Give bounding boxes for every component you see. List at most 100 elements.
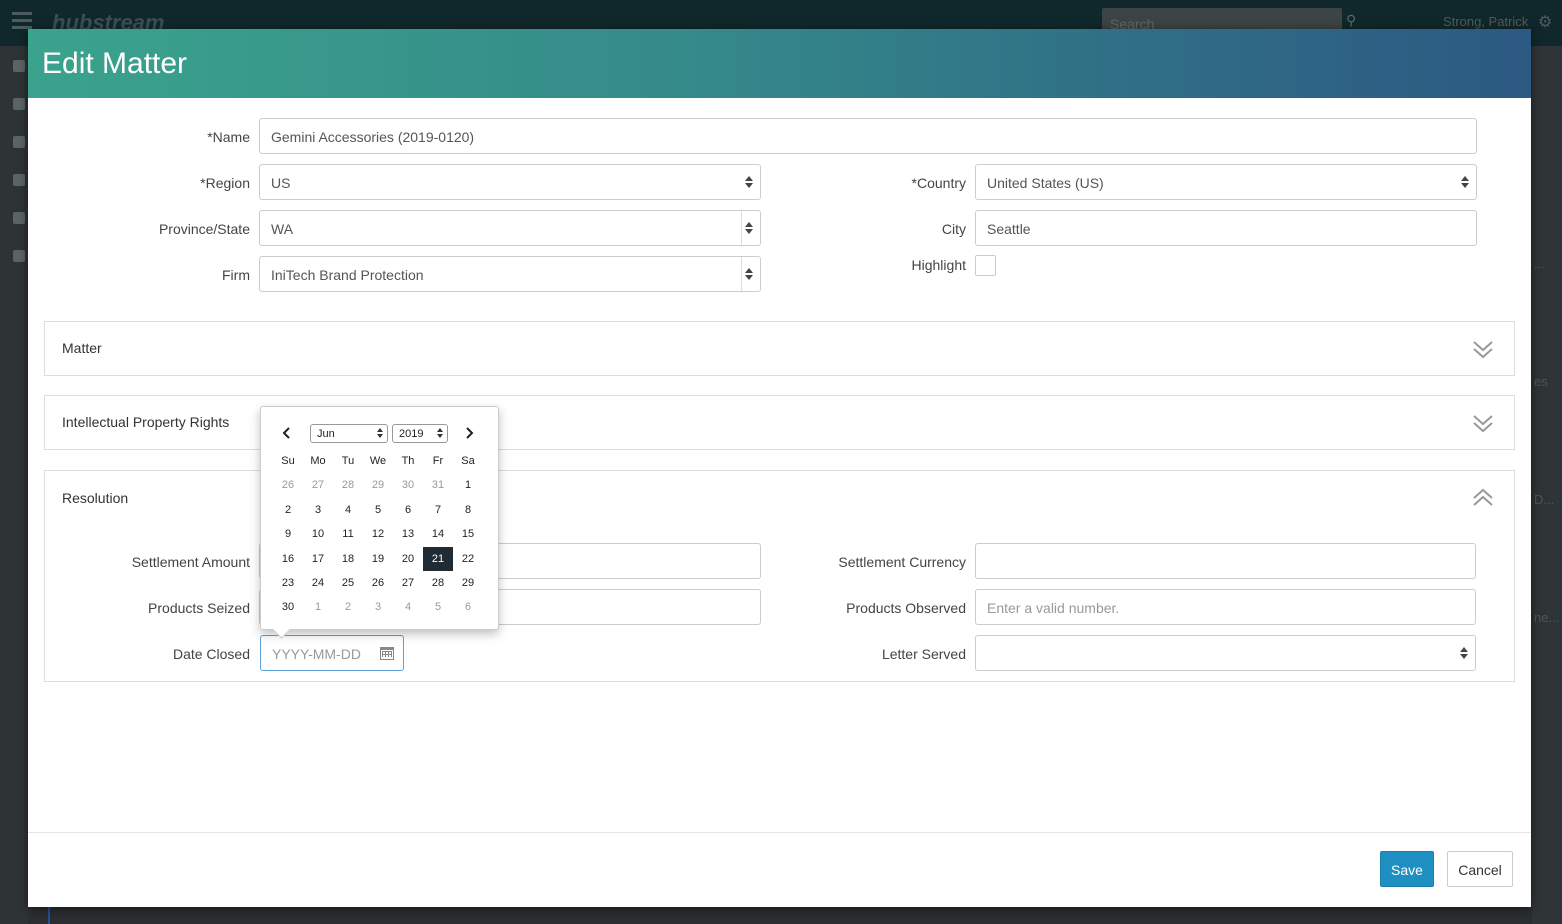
calendar-day[interactable]: 27 — [393, 571, 423, 595]
calendar-day[interactable]: 12 — [363, 522, 393, 546]
calendar-day[interactable]: 7 — [423, 498, 453, 522]
settlement-currency-input[interactable] — [975, 543, 1476, 579]
calendar-day[interactable]: 28 — [333, 473, 363, 497]
select-arrows-icon — [745, 174, 753, 190]
select-arrows-icon — [1460, 645, 1468, 661]
region-select[interactable]: US — [259, 164, 761, 200]
chevron-down-icon[interactable] — [1472, 338, 1494, 360]
weekday-label: Tu — [341, 455, 355, 467]
calendar-day[interactable]: 13 — [393, 522, 423, 546]
products-observed-input[interactable]: Enter a valid number. — [975, 589, 1476, 625]
apps-grid-icon[interactable] — [13, 60, 25, 72]
resolution-panel-title: Resolution — [62, 490, 129, 506]
user-name[interactable]: Strong, Patrick — [1443, 14, 1528, 29]
calendar-day[interactable]: 5 — [423, 595, 453, 619]
date-closed-input[interactable]: YYYY-MM-DD — [260, 635, 404, 671]
calendar-day[interactable]: 17 — [303, 547, 333, 571]
calendar-day[interactable]: 31 — [423, 473, 453, 497]
calendar-day[interactable]: 1 — [303, 595, 333, 619]
calendar-day[interactable]: 10 — [303, 522, 333, 546]
select-arrows-icon — [745, 266, 753, 282]
country-value: United States (US) — [987, 175, 1104, 191]
background-divider — [48, 906, 50, 924]
matter-panel[interactable]: Matter — [44, 321, 1515, 376]
calendar-day[interactable]: 6 — [393, 498, 423, 522]
calendar-day[interactable]: 22 — [453, 547, 483, 571]
highlight-checkbox[interactable] — [975, 255, 996, 276]
select-arrows-icon — [377, 428, 383, 439]
calendar-day[interactable]: 18 — [333, 547, 363, 571]
calendar-week-row: 9 10 11 12 13 14 15 — [273, 522, 483, 546]
calendar-day[interactable]: 24 — [303, 571, 333, 595]
attachment-icon[interactable] — [13, 212, 25, 224]
calendar-day[interactable]: 26 — [273, 473, 303, 497]
calendar-day[interactable]: 14 — [423, 522, 453, 546]
calendar-day[interactable]: 23 — [273, 571, 303, 595]
calendar-day[interactable]: 11 — [333, 522, 363, 546]
calendar-week-row: 30 1 2 3 4 5 6 — [273, 595, 483, 619]
calendar-day[interactable]: 16 — [273, 547, 303, 571]
select-arrows-icon — [745, 220, 753, 236]
select-arrows-icon — [437, 428, 443, 439]
calendar-day[interactable]: 30 — [393, 473, 423, 497]
weekday-label: Fr — [432, 455, 444, 467]
search-icon[interactable]: ⚲ — [1346, 12, 1356, 29]
name-input[interactable]: Gemini Accessories (2019-0120) — [259, 118, 1477, 154]
chevron-down-icon[interactable] — [1472, 412, 1494, 434]
province-select[interactable]: WA — [259, 210, 761, 246]
calendar-day[interactable]: 26 — [363, 571, 393, 595]
calendar-day[interactable]: 30 — [273, 595, 303, 619]
products-observed-label: Products Observed — [846, 600, 966, 616]
calendar-day[interactable]: 2 — [333, 595, 363, 619]
chevron-up-icon[interactable] — [1472, 487, 1494, 509]
chevron-left-icon[interactable] — [279, 425, 295, 441]
firm-select[interactable]: IniTech Brand Protection — [259, 256, 761, 292]
month-value: Jun — [317, 428, 335, 440]
calendar-day[interactable]: 3 — [303, 498, 333, 522]
matter-panel-title: Matter — [62, 340, 102, 356]
calendar-day[interactable]: 28 — [423, 571, 453, 595]
calendar-icon[interactable] — [380, 647, 394, 660]
calendar-day[interactable]: 25 — [333, 571, 363, 595]
table-icon[interactable] — [13, 174, 25, 186]
save-button[interactable]: Save — [1380, 851, 1434, 887]
calendar-day[interactable]: 6 — [453, 595, 483, 619]
calendar-grid: Su Mo Tu We Th Fr Sa 26 27 28 29 30 31 1 2 3 4 5 6 7 8 9 10 11… — [273, 449, 483, 620]
calendar-day[interactable]: 29 — [363, 473, 393, 497]
month-select[interactable]: Jun — [310, 424, 388, 443]
calendar-day[interactable]: 3 — [363, 595, 393, 619]
weekday-label: Mo — [310, 455, 326, 467]
calendar-day[interactable]: 20 — [393, 547, 423, 571]
calendar-day[interactable]: 29 — [453, 571, 483, 595]
weekday-label: Sa — [461, 455, 475, 467]
link-icon[interactable] — [13, 136, 25, 148]
region-value: US — [271, 175, 291, 191]
menu-icon[interactable] — [12, 12, 32, 30]
calendar-day[interactable]: 1 — [453, 473, 483, 497]
chevron-right-icon[interactable] — [461, 425, 477, 441]
calendar-day[interactable]: 9 — [273, 522, 303, 546]
cancel-button[interactable]: Cancel — [1447, 851, 1513, 887]
calendar-day[interactable]: 5 — [363, 498, 393, 522]
calendar-day[interactable]: 27 — [303, 473, 333, 497]
weekday-label: Su — [281, 455, 295, 467]
city-input[interactable]: Seattle — [975, 210, 1477, 246]
calendar-day[interactable]: 4 — [393, 595, 423, 619]
modal-header: Edit Matter — [28, 29, 1531, 98]
calendar-week-row: 26 27 28 29 30 31 1 — [273, 473, 483, 497]
calendar-day[interactable]: 2 — [273, 498, 303, 522]
background-text: es — [1534, 374, 1548, 389]
image-icon[interactable] — [13, 250, 25, 262]
year-select[interactable]: 2019 — [392, 424, 448, 443]
letter-served-label: Letter Served — [881, 646, 966, 662]
calendar-day[interactable]: 19 — [363, 547, 393, 571]
gear-icon[interactable]: ⚙ — [1538, 12, 1552, 32]
country-select[interactable]: United States (US) — [975, 164, 1477, 200]
calendar-day[interactable]: 15 — [453, 522, 483, 546]
calendar-day[interactable]: 4 — [333, 498, 363, 522]
letter-served-select[interactable] — [975, 635, 1476, 671]
list-icon[interactable] — [13, 98, 25, 110]
calendar-day[interactable]: 8 — [453, 498, 483, 522]
calendar-day-selected[interactable]: 21 — [423, 546, 453, 571]
date-closed-placeholder: YYYY-MM-DD — [272, 646, 361, 662]
